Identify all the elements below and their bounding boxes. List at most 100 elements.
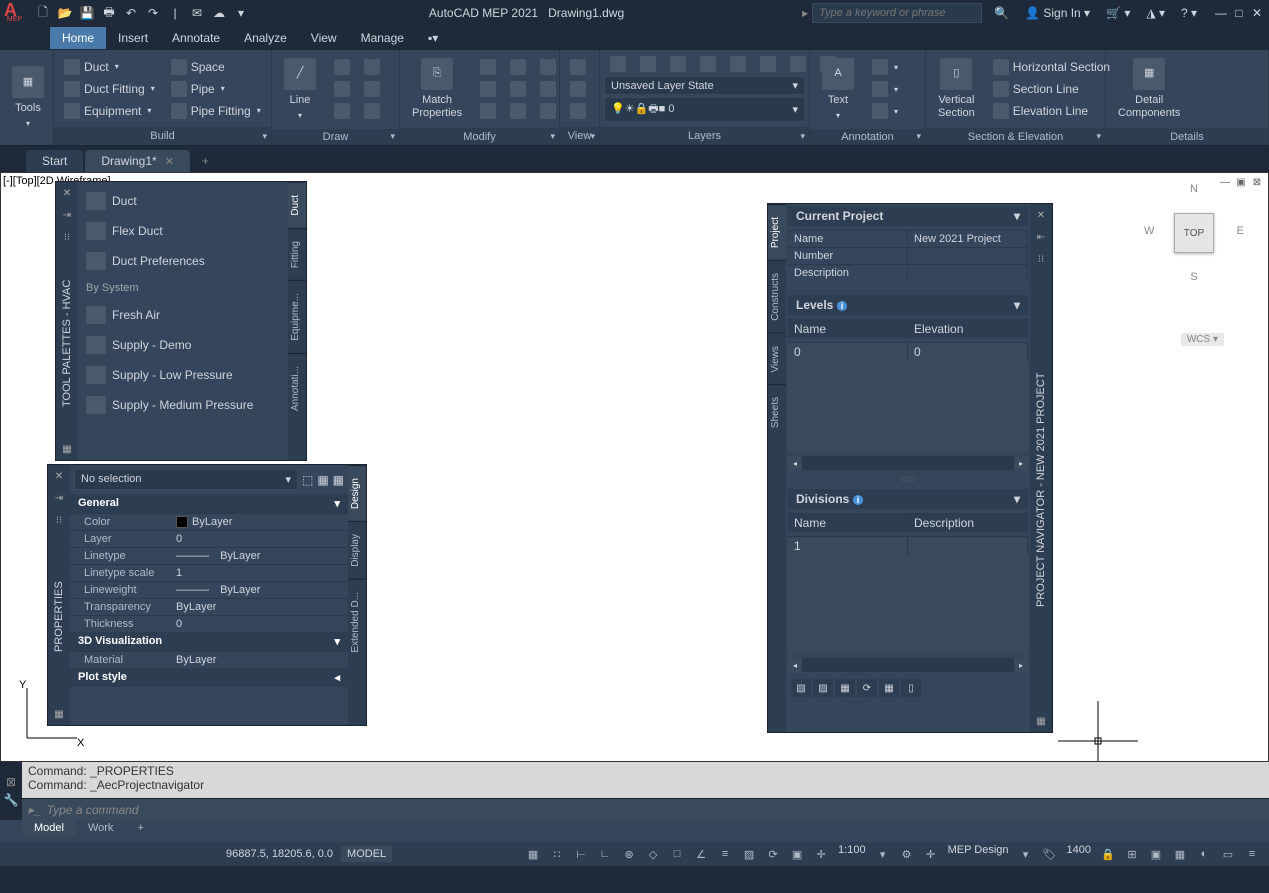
qat-redo-icon[interactable]: ↷: [143, 3, 163, 23]
sb-polar-icon[interactable]: ⊛: [618, 844, 640, 864]
palette-menu-icon[interactable]: ▦: [57, 439, 77, 459]
layer-tool-5[interactable]: [724, 54, 752, 74]
pn-tool-6[interactable]: ▯: [901, 679, 921, 697]
text-button[interactable]: AText▾: [814, 54, 862, 125]
tab-manage[interactable]: Manage: [349, 27, 416, 49]
pn-settings-icon[interactable]: ⁝⁝: [1031, 249, 1051, 269]
layer-tool-4[interactable]: [694, 54, 722, 74]
info-icon-2[interactable]: i: [853, 495, 864, 505]
qat-open-icon[interactable]: 📂: [55, 3, 75, 23]
sb-infer-icon[interactable]: ⊢: [570, 844, 592, 864]
tab-view[interactable]: View: [299, 27, 349, 49]
search-icon[interactable]: 🔍: [990, 6, 1013, 20]
viewcube-n[interactable]: N: [1190, 183, 1198, 195]
pn-tool-3[interactable]: ▦: [835, 679, 855, 697]
palette-tab-equip[interactable]: Equipme...: [288, 280, 306, 353]
viewcube[interactable]: N S W E TOP: [1138, 183, 1250, 323]
sb-custom-icon[interactable]: ≡: [1241, 844, 1263, 864]
pn-tool-5[interactable]: ▦: [879, 679, 899, 697]
model-space-button[interactable]: MODEL: [341, 846, 392, 862]
pn-level-row-name[interactable]: 0: [788, 343, 908, 361]
pn-name-v[interactable]: New 2021 Project: [908, 231, 1028, 247]
rect-button[interactable]: [328, 101, 356, 121]
pn-levels-scrollbar[interactable]: ◂▸: [788, 456, 1028, 470]
pn-tab-sheets[interactable]: Sheets: [768, 384, 786, 440]
tab-analyze[interactable]: Analyze: [232, 27, 299, 49]
leader-button[interactable]: ▾: [866, 79, 904, 99]
table-button[interactable]: ▾: [866, 101, 904, 121]
props-cat-plot[interactable]: Plot style◂: [70, 668, 348, 687]
vsection-button[interactable]: ▯Vertical Section: [930, 54, 983, 124]
props-close-icon[interactable]: ✕: [49, 466, 69, 486]
pn-tab-constructs[interactable]: Constructs: [768, 260, 786, 333]
pn-autohide-icon[interactable]: ⇤: [1031, 227, 1051, 247]
props-selectobj-icon[interactable]: ▦: [317, 473, 328, 487]
doctab-drawing1[interactable]: Drawing1*✕: [85, 150, 190, 172]
minimize-button[interactable]: —: [1213, 5, 1229, 21]
prop-mat-value[interactable]: ByLayer: [170, 652, 348, 668]
close-button[interactable]: ✕: [1249, 5, 1265, 21]
hsection-button[interactable]: Horizontal Section: [987, 57, 1116, 77]
viewcube-s[interactable]: S: [1190, 271, 1197, 283]
qat-saveas-icon[interactable]: 🖶: [99, 3, 119, 23]
sb-scale-dd-icon[interactable]: ▾: [872, 844, 894, 864]
close-tab-icon[interactable]: ✕: [165, 155, 174, 168]
pn-levels-filter-icon[interactable]: ▾: [1014, 298, 1020, 312]
mirror-button[interactable]: [504, 79, 532, 99]
prop-lts-value[interactable]: 1: [170, 565, 348, 581]
move-button[interactable]: [474, 57, 502, 77]
sb-3dosnap-icon[interactable]: ▣: [786, 844, 808, 864]
sb-anno-icon[interactable]: 🏷: [1039, 844, 1061, 864]
fillet-button[interactable]: [534, 79, 562, 99]
pn-div-grid[interactable]: 1: [788, 536, 1028, 654]
prop-lw-value[interactable]: ——— ByLayer: [170, 582, 348, 598]
sb-dyn-icon[interactable]: ✛: [810, 844, 832, 864]
coordinates[interactable]: 96887.5, 18205.6, 0.0: [226, 848, 333, 860]
sb-grid-icon[interactable]: ▦: [522, 844, 544, 864]
view-btn3[interactable]: [564, 101, 592, 121]
sb-anno-scale[interactable]: 1400: [1063, 844, 1095, 864]
layer-tool-1[interactable]: [604, 54, 632, 74]
palette-settings-icon[interactable]: ⁝⁝: [57, 227, 77, 247]
layer-tool-6[interactable]: [754, 54, 782, 74]
props-selection-dropdown[interactable]: No selection▾: [74, 469, 298, 490]
tab-insert[interactable]: Insert: [106, 27, 160, 49]
sb-iso2-icon[interactable]: ▦: [1169, 844, 1191, 864]
maximize-button[interactable]: □: [1231, 5, 1247, 21]
props-tab-display[interactable]: Display: [348, 521, 366, 579]
sb-transp-icon[interactable]: ▨: [738, 844, 760, 864]
sb-gear-icon[interactable]: ⚙: [896, 844, 918, 864]
eline-button[interactable]: Elevation Line: [987, 101, 1116, 121]
explode-button[interactable]: [534, 101, 562, 121]
add-tab-button[interactable]: +: [192, 150, 219, 172]
qat-save-icon[interactable]: 💾: [77, 3, 97, 23]
command-input[interactable]: ▸_ Type a command: [22, 798, 1269, 820]
props-quickselect-icon[interactable]: ⬚: [302, 473, 313, 487]
props-cat-3dviz[interactable]: 3D Visualization▾: [70, 632, 348, 651]
layer-state-select[interactable]: Unsaved Layer State▾: [604, 76, 805, 95]
pn-tool-refresh-icon[interactable]: ⟳: [857, 679, 877, 697]
prop-lt-value[interactable]: ——— ByLayer: [170, 548, 348, 564]
layer-current-select[interactable]: 💡☀🔒🖶■ 0▾: [604, 97, 805, 122]
qat-new-icon[interactable]: 🗋: [33, 3, 53, 23]
layer-tool-3[interactable]: [664, 54, 692, 74]
palette-close-icon[interactable]: ✕: [57, 183, 77, 203]
match-props-button[interactable]: ⎘Match Properties: [404, 54, 470, 124]
view-btn1[interactable]: [564, 57, 592, 77]
pn-tool-1[interactable]: ▧: [791, 679, 811, 697]
viewcube-face[interactable]: TOP: [1174, 213, 1214, 253]
stretch-button[interactable]: [474, 101, 502, 121]
space-button[interactable]: Space: [165, 57, 267, 77]
circle-button[interactable]: [328, 79, 356, 99]
ellipse-button[interactable]: [358, 79, 386, 99]
palette-tab-duct[interactable]: Duct: [288, 182, 306, 228]
pn-level-row-elev[interactable]: 0: [908, 343, 1028, 361]
sb-lock-icon[interactable]: 🔒: [1097, 844, 1119, 864]
pn-tool-2[interactable]: ▨: [813, 679, 833, 697]
props-tab-extended[interactable]: Extended D...: [348, 579, 366, 665]
tools-button[interactable]: ▦ Tools▾: [4, 62, 52, 133]
prop-th-value[interactable]: 0: [170, 616, 348, 632]
offset-button[interactable]: [504, 101, 532, 121]
dim-button[interactable]: ▾: [866, 57, 904, 77]
props-pickadd-icon[interactable]: ▦: [333, 473, 344, 487]
